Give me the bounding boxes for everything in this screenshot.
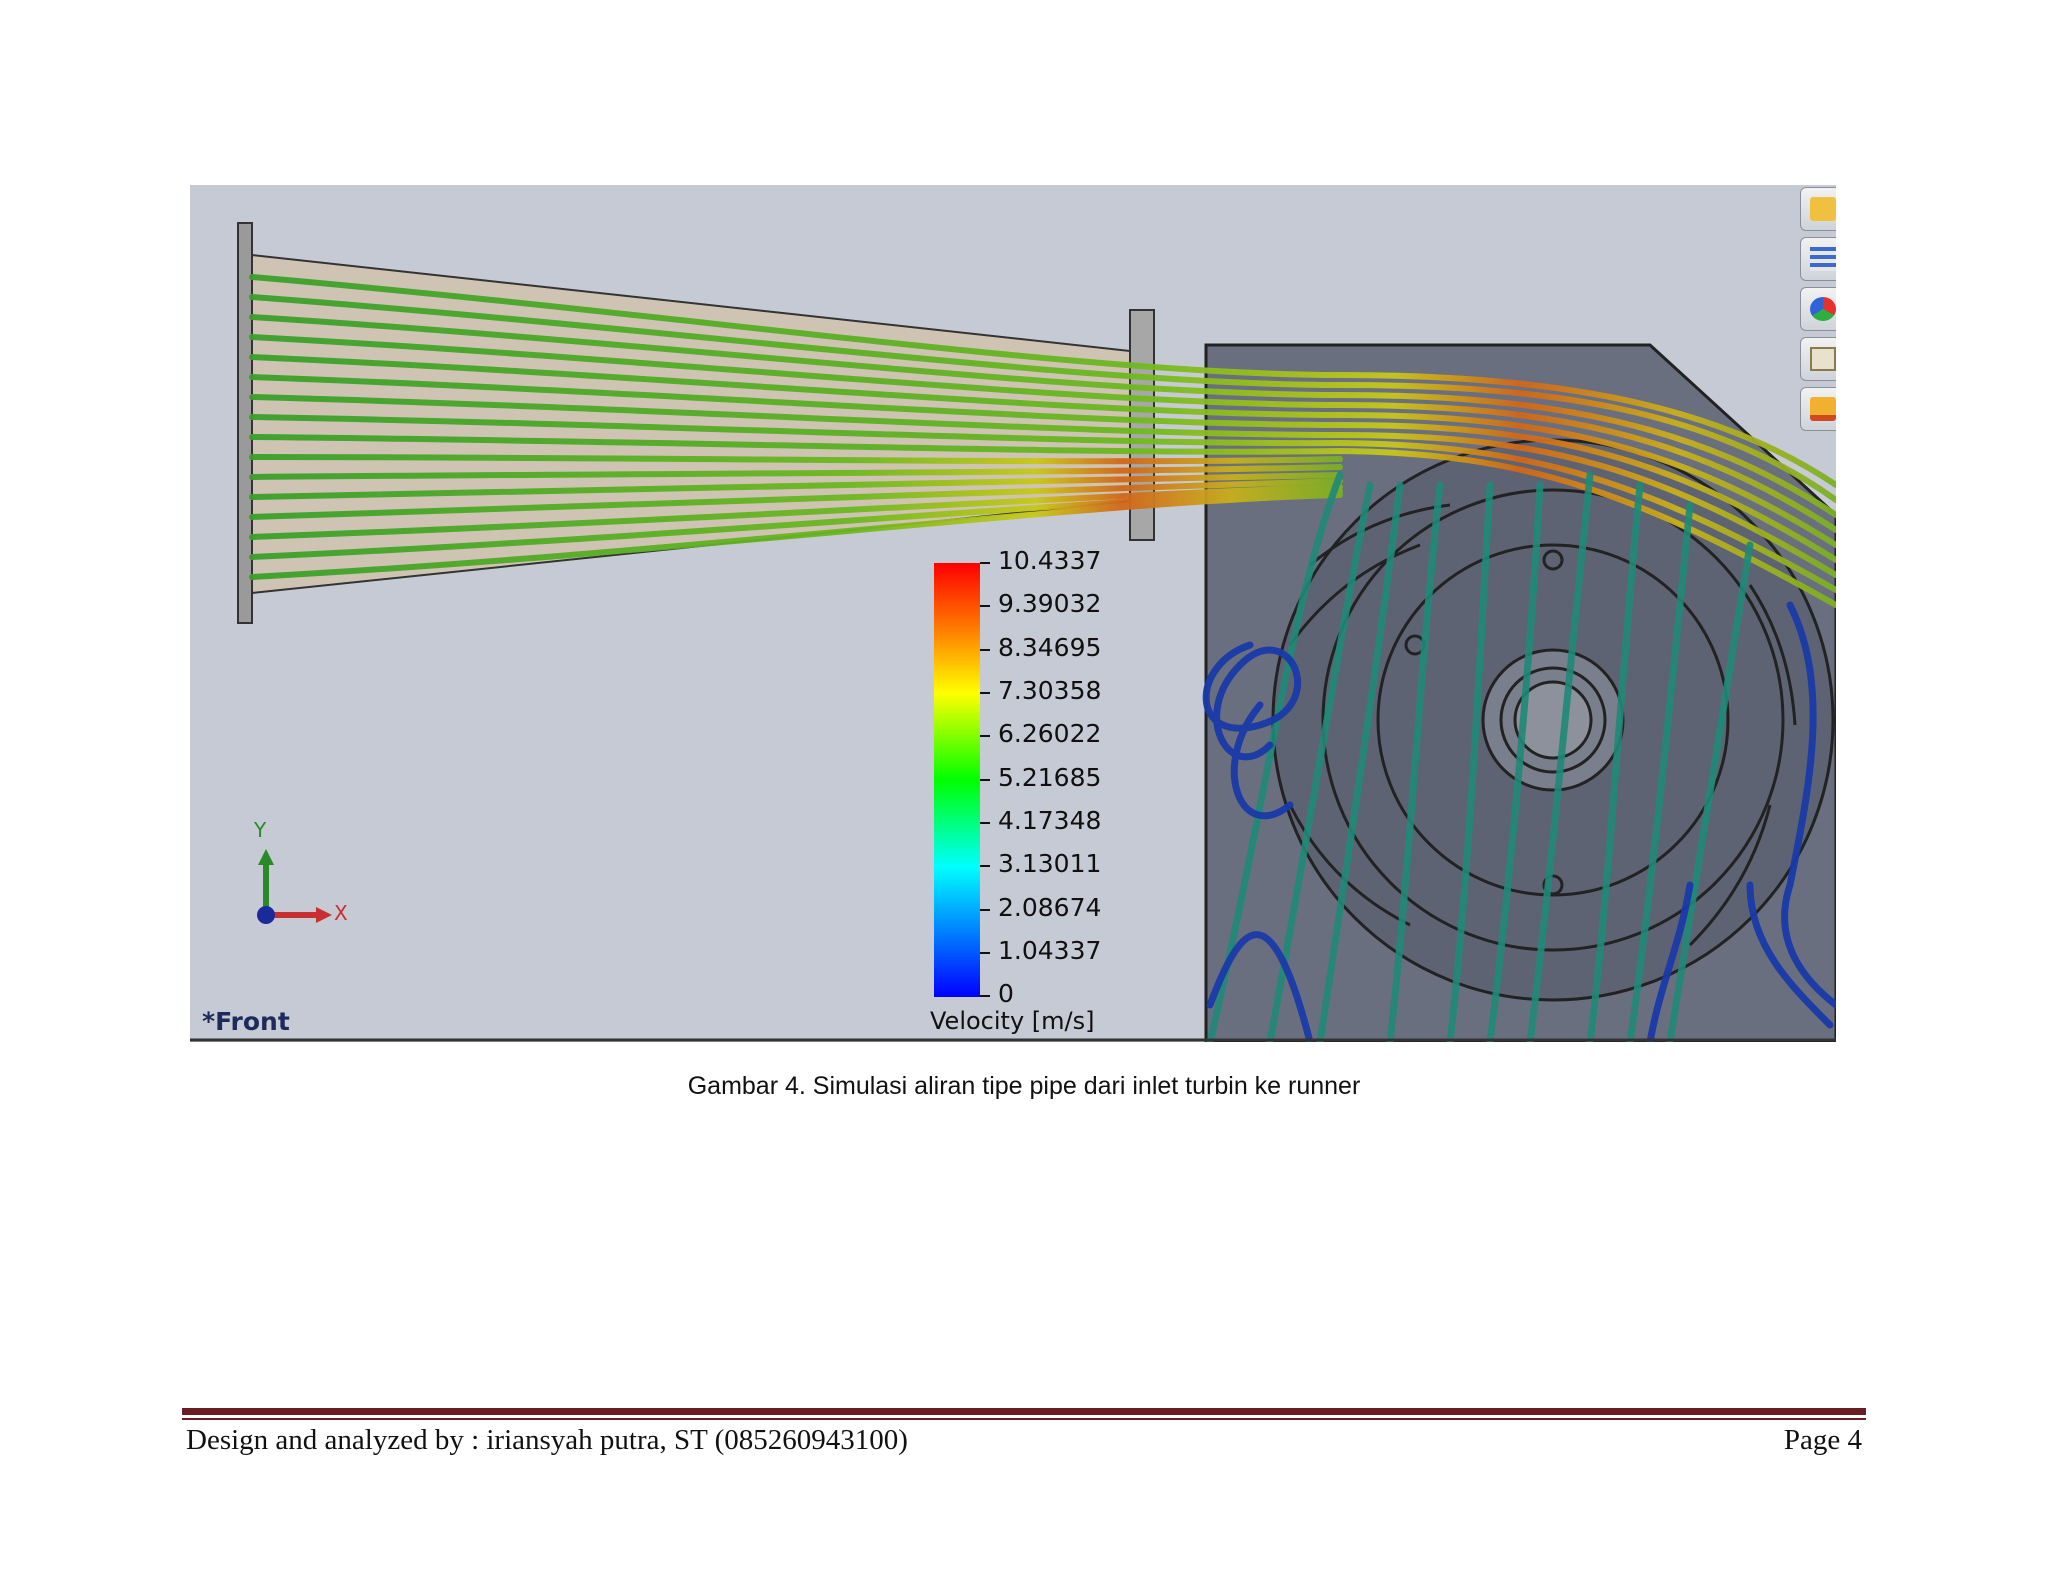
color-ball-button[interactable] <box>1800 287 1836 331</box>
legend-value: 4.17348 <box>998 806 1102 835</box>
folder-icon <box>1810 197 1836 221</box>
legend-value: 5.21685 <box>998 763 1102 792</box>
list-icon <box>1810 247 1836 271</box>
clipboard-button[interactable] <box>1800 337 1836 381</box>
axis-x-label: X <box>334 901 348 925</box>
legend-value: 10.4337 <box>998 546 1102 575</box>
footer-credit: Design and analyzed by : iriansyah putra… <box>186 1424 908 1456</box>
flow-simulation-figure: 10.4337 9.39032 8.34695 7.30358 6.26022 … <box>190 185 1836 1042</box>
legend-value: 7.30358 <box>998 676 1102 705</box>
velocity-colorbar <box>934 563 980 997</box>
folder-open-icon <box>1810 397 1836 421</box>
legend-title: Velocity [m/s] <box>930 1007 1095 1035</box>
clipboard-icon <box>1810 347 1836 371</box>
footer-divider-thin <box>182 1418 1866 1420</box>
axis-triad <box>257 849 332 924</box>
legend-value: 8.34695 <box>998 633 1102 662</box>
axis-y-label: Y <box>254 818 267 842</box>
legend-value: 0 <box>998 979 1014 1008</box>
legend-value: 9.39032 <box>998 589 1102 618</box>
color-ball-icon <box>1810 297 1836 321</box>
folder-button[interactable] <box>1800 187 1836 231</box>
legend-value: 1.04337 <box>998 936 1102 965</box>
list-button[interactable] <box>1800 237 1836 281</box>
legend-value: 6.26022 <box>998 719 1102 748</box>
folder-open-button[interactable] <box>1800 387 1836 431</box>
legend-value: 2.08674 <box>998 893 1102 922</box>
figure-caption: Gambar 4. Simulasi aliran tipe pipe dari… <box>687 1072 1361 1100</box>
legend-value: 3.13011 <box>998 849 1102 878</box>
view-orientation-label: *Front <box>202 1007 290 1036</box>
footer-divider <box>182 1408 1866 1415</box>
colorbar-ticks <box>980 562 990 997</box>
page-number: Page 4 <box>1783 1424 1862 1456</box>
inlet-flange <box>237 222 253 624</box>
